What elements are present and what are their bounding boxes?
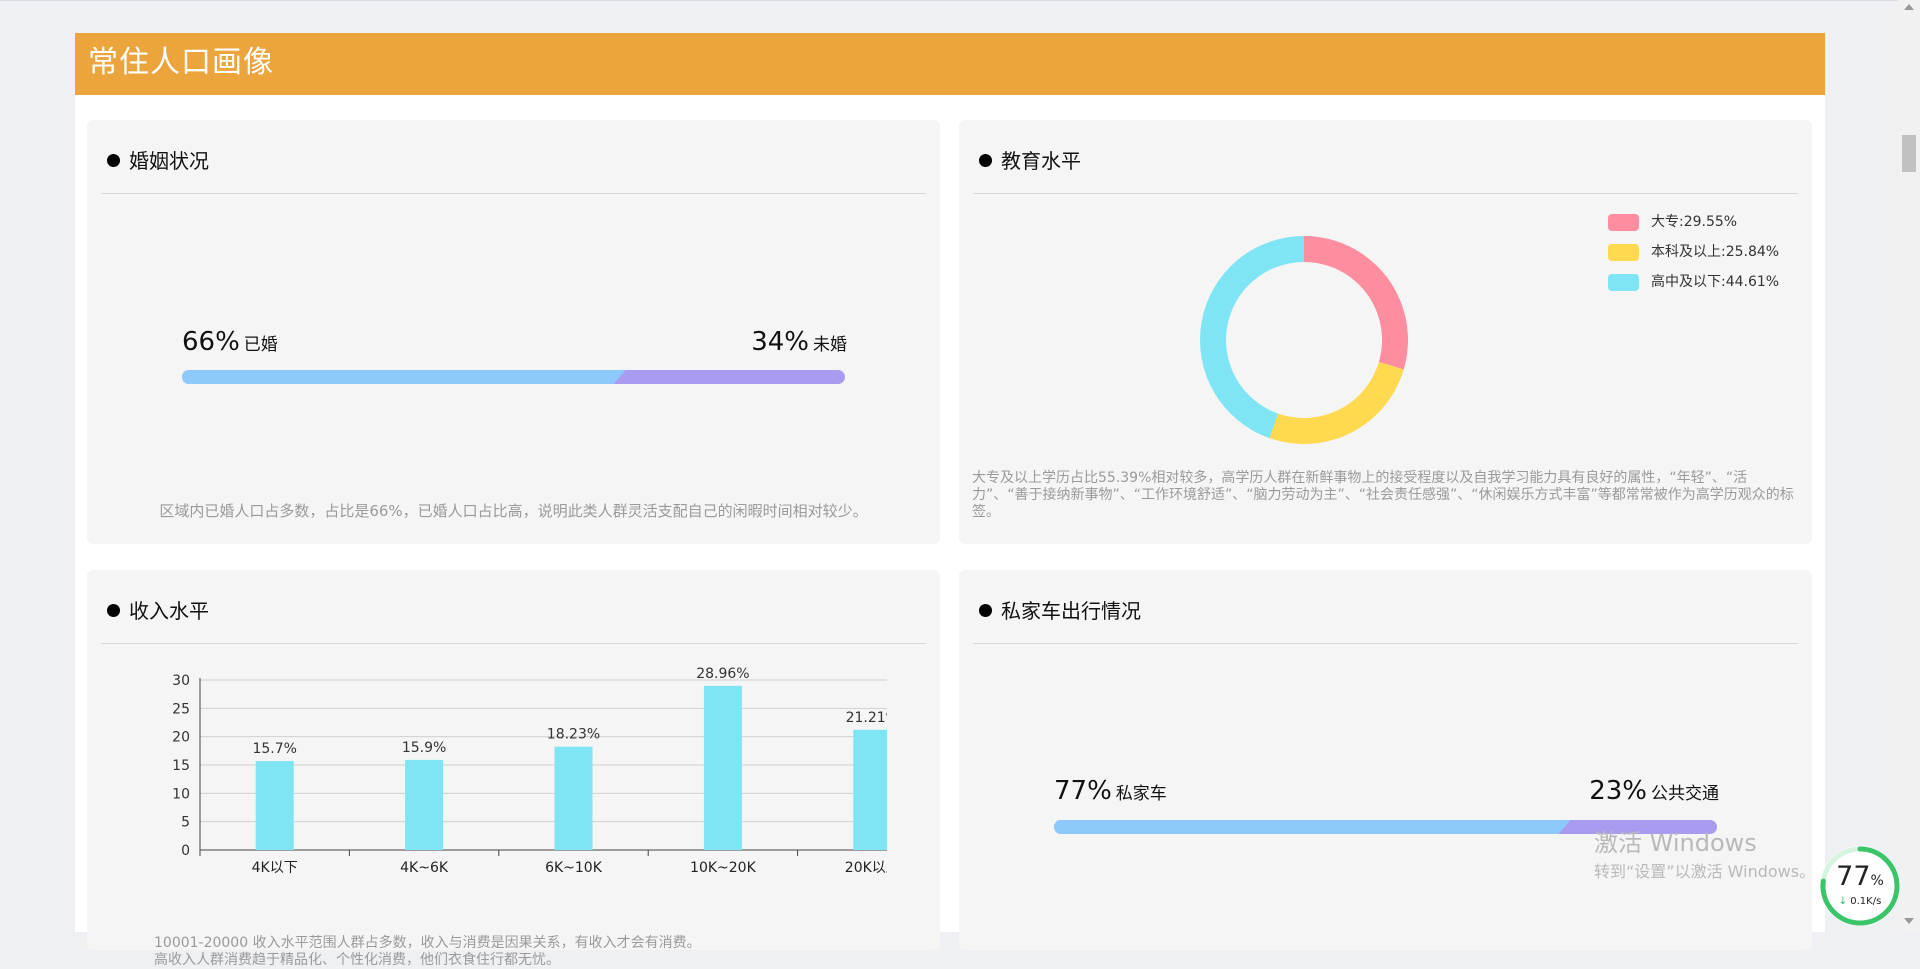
card-divider [973,643,1798,644]
bar-value-label: 28.96% [696,666,749,682]
bar-0[interactable] [255,761,294,850]
network-speed-widget[interactable]: 77% ↓ 0.1K/s [1818,844,1902,928]
donut-slice-0[interactable] [1304,236,1408,370]
scroll-down-arrow-icon[interactable] [1904,918,1914,924]
income-description: 10001-20000 收入水平范围人群占多数，收入与消费是因果关系，有收入才会… [154,935,934,969]
card-title: 婚姻状况 [107,148,209,174]
married-percent: 66% [182,327,240,357]
bar-4[interactable] [853,729,887,850]
y-tick-label: 20 [172,730,190,746]
y-tick-label: 5 [181,815,190,831]
education-description: 大专及以上学历占比55.39%相对较多，高学历人群在新鲜事物上的接受程度以及自我… [972,470,1794,520]
single-percent: 34% [751,327,809,357]
legend-label: 高中及以下:44.61% [1651,274,1780,290]
private-car-stat: 77% 私家车 [1054,776,1167,806]
income-title: 收入水平 [129,599,209,623]
speed-percent-unit: % [1870,873,1884,889]
bar-value-label: 15.7% [252,741,296,757]
y-tick-label: 15 [172,758,190,774]
scroll-thumb[interactable] [1902,135,1916,172]
married-label: 已婚 [243,335,278,355]
speed-percent: 77% [1818,862,1902,896]
public-transit-percent: 23% [1589,776,1647,806]
x-tick-label: 10K~20K [690,860,757,876]
section-header: 常住人口画像 [75,33,1825,95]
bullet-icon [979,604,992,617]
education-title: 教育水平 [1001,149,1081,173]
watermark-line2: 转到“设置”以激活 Windows。 [1594,862,1816,881]
private-car-label: 私家车 [1115,784,1167,804]
public-transit-stat: 23% 公共交通 [1589,776,1719,806]
watermark-line1: 激活 Windows [1594,829,1757,857]
marriage-card: 婚姻状况 66% 已婚 34% 未婚 区域内已婚人口占多数，占比是66%，已婚人口占… [87,120,940,544]
bar-value-label: 18.23% [547,727,600,743]
bullet-icon [107,154,120,167]
bar-1[interactable] [405,759,444,850]
card-divider [101,643,926,644]
marriage-ratio-bar [182,370,845,384]
education-donut-chart [1200,236,1408,444]
single-label: 未婚 [813,335,847,355]
card-title: 收入水平 [107,598,209,624]
married-stat: 66% 已婚 [182,327,278,357]
single-stat: 34% 未婚 [751,327,847,357]
education-card: 教育水平 大专:29.55% 本科及以上:25.84% 高中及以下:44.61%… [959,120,1812,544]
legend-swatch [1608,214,1639,231]
x-tick-label: 4K以下 [252,860,298,876]
bar-value-label: 15.9% [402,740,446,756]
top-border [0,0,1920,1]
vertical-scrollbar[interactable] [1898,0,1920,932]
marriage-title: 婚姻状况 [129,149,209,173]
windows-activation-watermark: 激活 Windows 转到“设置”以激活 Windows。 [1594,828,1815,882]
section-title: 常住人口画像 [88,45,274,80]
donut-slice-1[interactable] [1269,361,1404,444]
married-ratio-fill [182,370,626,384]
marriage-description: 区域内已婚人口占多数，占比是66%，已婚人口占比高，说明此类人群灵活支配自己的闲… [159,502,868,520]
card-divider [101,193,926,194]
y-tick-label: 10 [172,786,190,802]
x-tick-label: 6K~10K [545,860,603,876]
bar-2[interactable] [554,746,593,850]
bar-value-label: 21.21% [846,710,887,726]
income-card: 收入水平 0 5 10 15 20 25 30 15.7% 4K以下 15.9% 4K~6K 18.2… [87,570,940,968]
card-title: 教育水平 [979,148,1081,174]
legend-label: 大专:29.55% [1651,214,1738,230]
income-description-line: 10001-20000 收入水平范围人群占多数，收入与消费是因果关系，有收入才会… [154,935,701,951]
card-title: 私家车出行情况 [979,598,1141,624]
x-tick-label: 20K以上 [845,860,887,876]
report-page: 常住人口画像 婚姻状况 66% 已婚 34% 未婚 区域内已婚人口占多数，占比是66… [75,33,1825,968]
income-description-line: 高收入人群消费趋于精品化、个性化消费，他们衣食住行都无忧。 [154,952,560,968]
scroll-up-arrow-icon[interactable] [1904,4,1914,10]
legend-label: 本科及以上:25.84% [1651,244,1780,260]
speed-rate-value: 0.1K/s [1850,896,1882,907]
y-tick-label: 0 [181,843,190,859]
private-car-percent: 77% [1054,776,1112,806]
income-bar-chart: 0 5 10 15 20 25 30 15.7% 4K以下 15.9% 4K~6K 18.23% 6K~… [172,666,887,876]
bullet-icon [979,154,992,167]
legend-swatch [1608,274,1639,291]
y-tick-label: 30 [172,673,190,689]
y-tick-label: 25 [172,701,190,717]
speed-rate: ↓ 0.1K/s [1818,896,1902,907]
public-transit-label: 公共交通 [1651,784,1719,804]
legend-swatch [1608,244,1639,261]
card-divider [973,193,1798,194]
speed-percent-value: 77 [1836,861,1871,892]
car-card: 私家车出行情况 77% 私家车 23% 公共交通 [959,570,1812,950]
donut-slice-2[interactable] [1200,236,1304,439]
bar-3[interactable] [703,685,742,850]
x-tick-label: 4K~6K [400,860,449,876]
bullet-icon [107,604,120,617]
private-car-ratio-fill [1054,820,1571,834]
download-arrow-icon: ↓ [1838,896,1848,907]
car-title: 私家车出行情况 [1001,599,1141,623]
